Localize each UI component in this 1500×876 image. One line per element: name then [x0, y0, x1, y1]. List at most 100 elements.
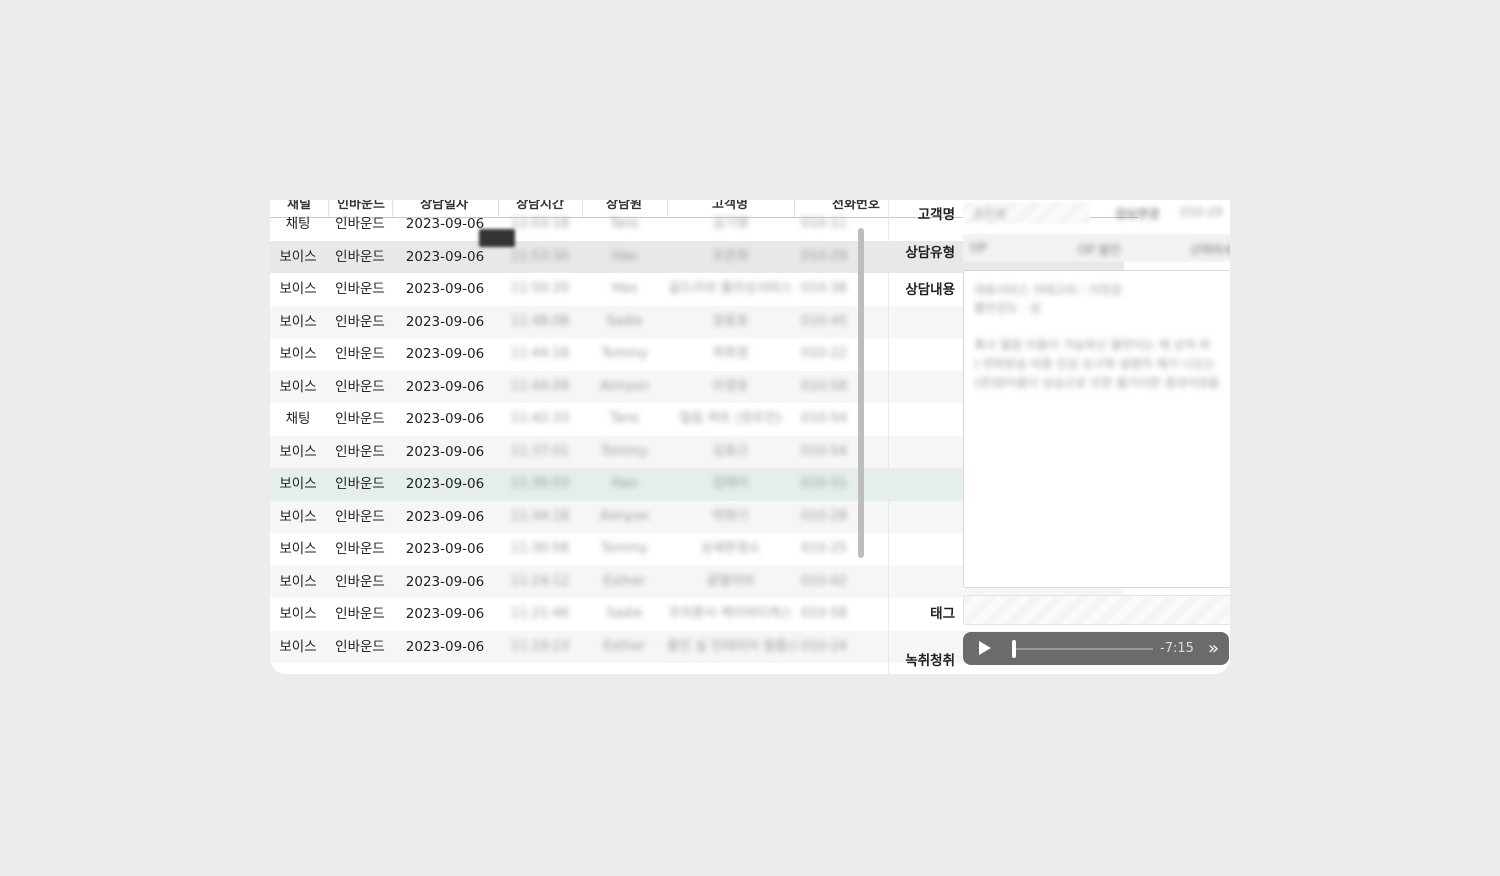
cell-direction: 인바운드 — [335, 411, 385, 427]
cell-customer: 조은희 — [712, 248, 749, 264]
table-scrollbar[interactable] — [858, 228, 864, 558]
cell-channel: 보이스 — [279, 346, 317, 362]
recording-label: 녹취청취 — [905, 653, 955, 669]
cell-channel: 보이스 — [279, 443, 317, 460]
cell-time: 11:44:09 — [510, 378, 570, 394]
cell-agent: Tommy — [601, 443, 648, 459]
cell-time: 11:19:23 — [510, 638, 570, 654]
fast-forward-icon[interactable]: » — [1208, 638, 1219, 659]
cell-direction: 인바운드 — [335, 313, 385, 330]
cell-phone: 010-54 — [800, 443, 848, 459]
cell-channel: 보이스 — [279, 378, 317, 395]
cell-phone: 010-58 — [800, 606, 848, 621]
consultation-content-label: 상담내용 — [905, 282, 955, 298]
cell-customer: 얼음 하트 (장르친) — [679, 411, 782, 426]
consultation-type-label: 상담유형 — [905, 245, 955, 261]
recording-player: -7:15 » — [963, 632, 1229, 665]
customer-name-value: 조은희 — [973, 207, 1007, 221]
customer-phone-value: 010-29 — [1180, 205, 1223, 219]
cell-phone: 010-29 — [800, 248, 848, 264]
cell-phone: 010-58 — [800, 378, 848, 394]
cell-channel: 보이스 — [279, 638, 317, 655]
content-line: 대표서비스 카테고리 : 이전감 — [974, 283, 1122, 297]
cell-channel: 보이스 — [279, 281, 317, 297]
play-icon[interactable] — [979, 641, 991, 655]
cell-agent: Tans — [610, 216, 639, 231]
cell-customer: 박현기 — [712, 508, 749, 524]
cell-customer: 이경호 — [712, 378, 749, 394]
cell-customer: 김태이 — [712, 476, 749, 491]
cell-phone: 010-54 — [800, 411, 848, 426]
cell-customer: 광열이비 — [706, 573, 755, 589]
cell-direction: 인바운드 — [335, 378, 385, 395]
tag-input[interactable] — [963, 595, 1230, 625]
cell-date: 2023-09-06 — [405, 346, 485, 362]
cell-phone: 010-22 — [800, 346, 848, 361]
cell-date: 2023-09-06 — [405, 508, 485, 525]
cell-direction: 인바운드 — [335, 443, 385, 460]
progress-track[interactable] — [1013, 648, 1153, 650]
consultation-content-textarea[interactable]: 대표서비스 카테고리 : 이전감 불만강도 : 상 혹시 혈점 이용이 가능하신… — [963, 270, 1230, 588]
cell-customer: 우리환서 케이비티케스 — [668, 606, 793, 621]
cell-direction: 인바운드 — [335, 476, 385, 492]
cell-date: 2023-09-06 — [405, 281, 485, 297]
tag-label: 태그 — [930, 606, 955, 622]
cell-channel: 보이스 — [279, 573, 317, 590]
type-select-3[interactable]: 선택하세요 — [1190, 241, 1230, 258]
cell-time: 11:24:12 — [510, 573, 570, 589]
cell-time: 11:42:33 — [510, 411, 570, 426]
progress-knob[interactable] — [1011, 640, 1016, 658]
customer-edit-button[interactable]: 정보변경 — [1115, 205, 1159, 222]
cell-phone: 010-38 — [800, 281, 848, 296]
cell-agent: Esther — [603, 573, 646, 589]
cell-channel: 보이스 — [279, 313, 317, 330]
cell-phone: 010-51 — [800, 476, 848, 491]
cell-channel: 보이스 — [279, 606, 317, 622]
type-select-2[interactable]: OP 불만 — [1078, 241, 1121, 258]
cell-customer: 김기영 — [712, 216, 749, 231]
cell-date: 2023-09-06 — [405, 541, 485, 557]
cell-time: 11:50:20 — [510, 281, 570, 296]
cell-date: 2023-09-06 — [405, 313, 485, 330]
cell-time: 11:21:46 — [510, 606, 570, 621]
content-line: 혹시 혈점 이용이 가능하신 불만이는 제 상처 피 — [974, 338, 1211, 352]
cell-agent: Tommy — [601, 541, 648, 556]
cell-channel: 보이스 — [279, 248, 317, 265]
cell-direction: 인바운드 — [335, 508, 385, 525]
cell-direction: 인바운드 — [335, 541, 385, 557]
cell-direction: 인바운드 — [335, 346, 385, 362]
cell-agent: Sadie — [606, 606, 643, 621]
cell-channel: 채팅 — [285, 411, 311, 427]
cell-direction: 인바운드 — [335, 638, 385, 655]
cell-date: 2023-09-06 — [405, 638, 485, 655]
cell-date: 2023-09-06 — [405, 443, 485, 460]
cell-customer: 최희정 — [712, 346, 749, 361]
cell-time: 11:37:01 — [510, 443, 570, 459]
panel-divider — [888, 200, 889, 674]
cell-time: 11:48:08 — [510, 313, 570, 329]
cell-time: 11:34:18 — [510, 508, 570, 524]
type-select-1[interactable]: OP — [970, 241, 987, 255]
cell-customer: 활진 실 인테리어 철릅스 — [667, 638, 799, 654]
cell-agent: Tommy — [601, 346, 648, 361]
cell-agent: Tans — [610, 411, 639, 426]
content-line: ) 연락받숨 비용 인상 요구와 설명의 제기 나오는 — [974, 357, 1216, 371]
content-line: 불만강도 : 상 — [974, 301, 1041, 315]
cell-agent: Aimyon — [599, 508, 650, 524]
cell-channel: 보이스 — [279, 476, 317, 492]
customer-name-label: 고객명 — [917, 207, 955, 223]
hover-tooltip — [479, 229, 515, 247]
cell-agent: Hao — [611, 281, 638, 296]
cell-phone: 010-42 — [800, 573, 848, 589]
cell-direction: 인바운드 — [335, 216, 385, 232]
cell-date: 2023-09-06 — [405, 606, 485, 622]
cell-date: 2023-09-06 — [405, 378, 485, 395]
cell-channel: 채팅 — [285, 216, 311, 232]
cell-date: 2023-09-06 — [405, 411, 485, 427]
cell-customer: 정동호 — [712, 313, 749, 329]
cell-direction: 인바운드 — [335, 573, 385, 590]
cell-time: 11:30:58 — [510, 541, 570, 556]
cell-channel: 보이스 — [279, 508, 317, 525]
cell-phone: 010-11 — [800, 216, 848, 231]
cell-agent: Hao — [611, 476, 638, 491]
